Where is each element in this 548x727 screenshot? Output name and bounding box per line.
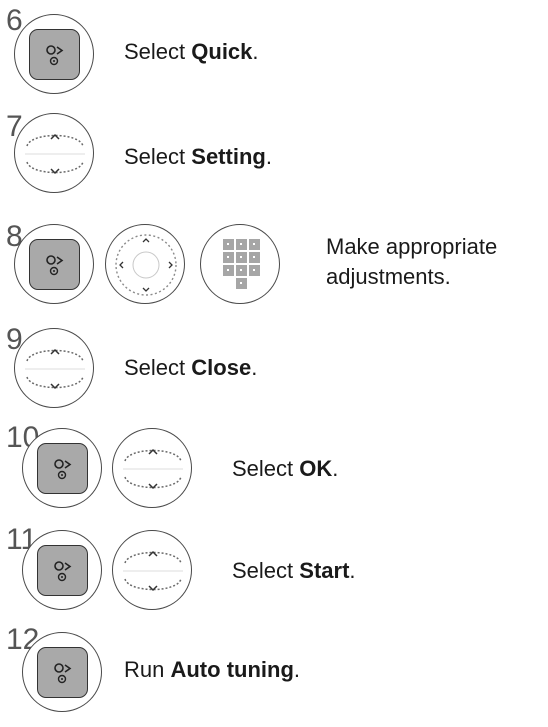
up-down-button-icon (14, 328, 94, 408)
step-11-text: Select Start. (232, 558, 356, 583)
ok-button-icon (22, 428, 102, 508)
ok-button-icon (22, 632, 102, 712)
up-down-button-icon (14, 113, 94, 193)
step-7-text: Select Setting. (124, 144, 272, 169)
ok-button-icon (14, 224, 94, 304)
ok-button-icon (14, 14, 94, 94)
up-down-button-icon (112, 428, 192, 508)
step-12-text: Run Auto tuning. (124, 657, 301, 682)
up-down-button-icon (112, 530, 192, 610)
step-8-text-line1: Make appropriate (326, 234, 498, 259)
step-9-text: Select Close. (124, 355, 258, 380)
number-keypad-icon (200, 224, 280, 304)
navigation-pad-icon (105, 224, 185, 304)
ok-button-icon (22, 530, 102, 610)
step-8-text-line2: adjustments. (326, 264, 451, 289)
step-6-text: Select Quick. (124, 39, 259, 64)
step-10-text: Select OK. (232, 456, 339, 481)
